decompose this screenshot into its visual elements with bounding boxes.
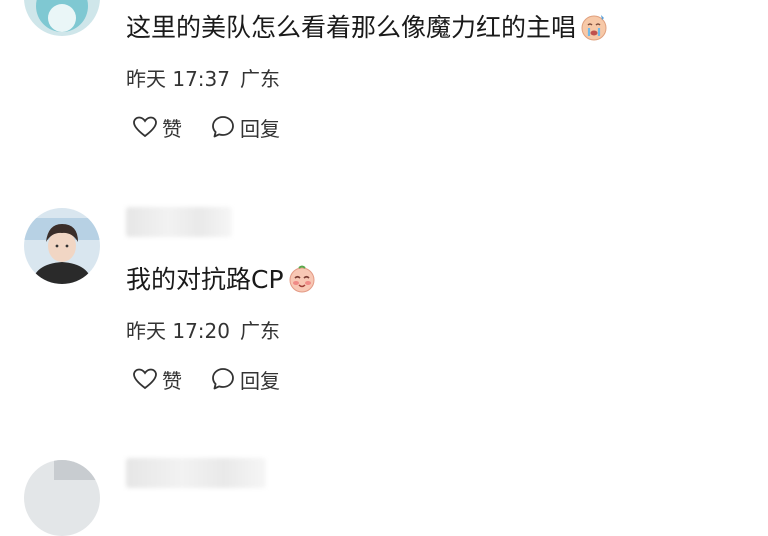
comment-actions: 赞 回复: [132, 113, 280, 141]
comment-text: 这里的美队怎么看着那么像魔力红的主唱: [126, 12, 609, 43]
heart-icon: [133, 368, 157, 390]
username-blurred: [126, 207, 232, 237]
reply-button[interactable]: 回复: [210, 113, 280, 142]
reply-label: 回复: [240, 116, 280, 141]
avatar[interactable]: [24, 208, 100, 284]
comment-actions: 赞 回复: [132, 365, 280, 393]
like-label: 赞: [162, 116, 182, 141]
like-label: 赞: [162, 368, 182, 393]
comment-time: 昨天 17:37: [126, 67, 230, 91]
comment-location: 广东: [240, 67, 280, 91]
heart-icon: [133, 116, 157, 138]
avatar[interactable]: [24, 460, 100, 536]
comment-meta: 昨天 17:20 广东: [126, 319, 280, 343]
avatar[interactable]: [24, 0, 100, 36]
reply-button[interactable]: 回复: [210, 365, 280, 394]
like-button[interactable]: 赞: [132, 113, 182, 142]
reply-label: 回复: [240, 368, 280, 393]
comment-bubble-icon: [212, 116, 234, 138]
like-button[interactable]: 赞: [132, 365, 182, 394]
comment-time: 昨天 17:20: [126, 319, 230, 343]
blushing-face-emoji-icon: [287, 264, 317, 294]
comment-bubble-icon: [212, 368, 234, 390]
comment-location: 广东: [240, 319, 280, 343]
crying-face-emoji-icon: [579, 12, 609, 42]
comment-meta: 昨天 17:37 广东: [126, 67, 280, 91]
comment-text: 我的对抗路CP: [126, 264, 317, 295]
